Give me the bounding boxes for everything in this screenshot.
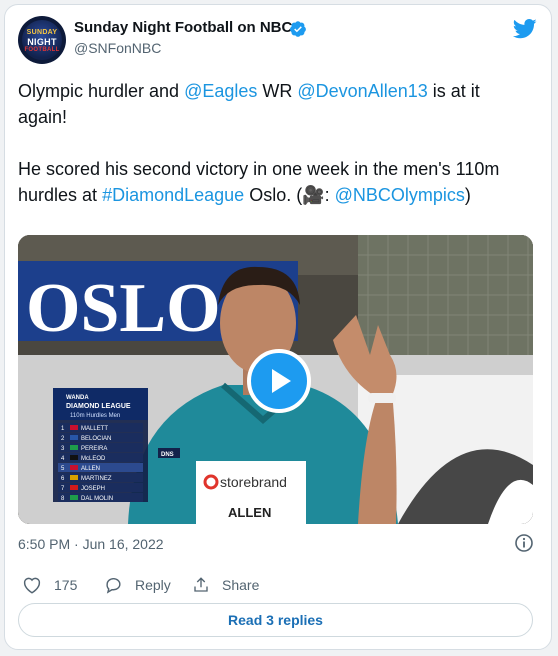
scoreboard-row: 3 PEREIRA (58, 443, 143, 452)
share-icon (194, 577, 208, 592)
verified-badge-icon (289, 21, 306, 37)
avatar-text-1: SUNDAY (26, 29, 58, 36)
flag-icon (70, 425, 78, 430)
avatar-text-3: FOOTBALL (24, 47, 60, 53)
scoreboard-name: JOSEPH (81, 486, 105, 492)
flag-icon (70, 455, 78, 460)
scoreboard-event: 110m Hurdles Men (70, 413, 120, 419)
scoreboard-name: McLEOD (81, 456, 106, 462)
heart-icon (23, 577, 41, 594)
scoreboard-title-1: WANDA (66, 395, 89, 401)
scoreboard-row: 5 ALLEN (58, 463, 143, 472)
tweet-paragraph-1: Olympic hurdler and @Eagles WR @DevonAll… (18, 78, 533, 130)
bib-sponsor: storebrand (220, 474, 287, 490)
scoreboard-title-2: DIAMOND LEAGUE (66, 403, 131, 410)
camera-icon: 🎥 (302, 185, 325, 205)
oslo-banner-text: OSLO (26, 270, 221, 347)
twitter-bird-icon[interactable] (513, 19, 537, 39)
scoreboard-name: BELOCIAN (81, 436, 111, 442)
bib-name: ALLEN (228, 505, 271, 520)
mention-eagles-link[interactable]: @Eagles (184, 81, 257, 101)
flag-icon (70, 485, 78, 490)
flag-icon (70, 475, 78, 480)
author-handle[interactable]: @SNFonNBC (74, 40, 161, 56)
flag-icon (70, 435, 78, 440)
tweet-actions: 175 Reply Share (18, 576, 533, 596)
tweet-paragraph-2: He scored his second victory in one week… (18, 156, 533, 208)
scoreboard-name: MARTINEZ (81, 476, 112, 482)
text-segment: ) (464, 185, 471, 205)
text-segment: Oslo. ( (244, 185, 303, 205)
scoreboard-row: 4 McLEOD (58, 453, 143, 462)
like-button[interactable]: 175 (22, 576, 77, 594)
share-label: Share (222, 577, 260, 593)
hashtag-link[interactable]: #DiamondLeague (102, 185, 244, 205)
dns-label: DNS (161, 452, 174, 458)
reply-icon (106, 577, 121, 594)
tweet-timestamp[interactable]: 6:50 PM · Jun 16, 2022 (18, 536, 164, 552)
scoreboard-row: 2 BELOCIAN (58, 433, 143, 442)
scoreboard-row: 6 MARTINEZ (58, 473, 143, 482)
play-button[interactable] (247, 349, 311, 413)
scoreboard-row: 8 DAL MOLIN (58, 493, 143, 502)
play-icon (272, 369, 291, 393)
flag-icon (70, 495, 78, 500)
reply-label: Reply (135, 577, 171, 593)
scoreboard-row: 7 JOSEPH (58, 483, 143, 492)
info-icon[interactable] (514, 533, 534, 553)
read-replies-button[interactable]: Read 3 replies (18, 603, 533, 637)
author-name[interactable]: Sunday Night Football on NBC (74, 19, 292, 36)
like-count: 175 (54, 577, 78, 593)
tweet-text: Olympic hurdler and @Eagles WR @DevonAll… (18, 78, 533, 234)
scoreboard-name: DAL MOLIN (81, 496, 113, 502)
race-bib: storebrand ALLEN (196, 461, 306, 524)
scoreboard-row: 1 MALLETT (58, 423, 143, 432)
scoreboard-name: MALLETT (81, 426, 108, 432)
text-segment: : (324, 185, 335, 205)
scoreboard-name: ALLEN (81, 466, 100, 472)
flag-icon (70, 465, 78, 470)
text-segment: WR (257, 81, 298, 101)
mention-devon-link[interactable]: @DevonAllen13 (297, 81, 427, 101)
mention-nbc-link[interactable]: @NBCOlympics (335, 185, 465, 205)
scoreboard-name: PEREIRA (81, 446, 107, 452)
share-button[interactable]: Share (192, 576, 259, 594)
flag-icon (70, 445, 78, 450)
avatar-text-2: NIGHT (27, 37, 57, 47)
avatar[interactable]: SUNDAY NIGHT FOOTBALL (18, 16, 66, 64)
reply-button[interactable]: Reply (104, 576, 171, 594)
text-segment: Olympic hurdler and (18, 81, 185, 101)
